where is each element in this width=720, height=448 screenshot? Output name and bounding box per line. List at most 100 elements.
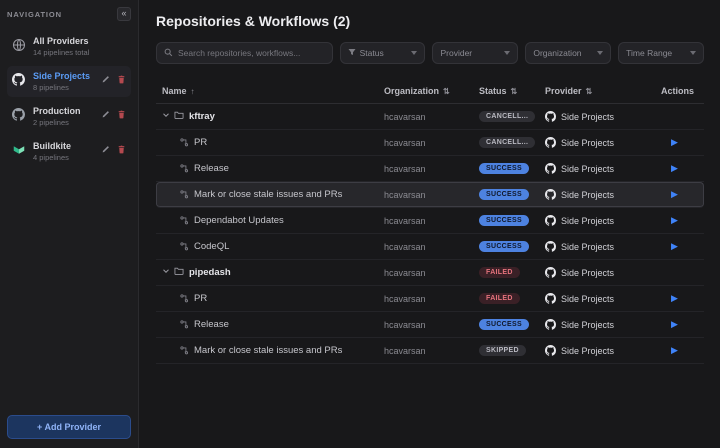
column-header-status[interactable]: Status⇅ bbox=[473, 86, 539, 96]
collapse-sidebar-button[interactable]: « bbox=[117, 7, 131, 21]
all-providers-icon bbox=[11, 37, 26, 52]
table-row[interactable]: Mark or close stale issues and PRs hcava… bbox=[156, 182, 704, 208]
table-row[interactable]: Release hcavarsan SUCCESS Side Projects … bbox=[156, 156, 704, 182]
run-workflow-button[interactable]: ▶ bbox=[661, 189, 678, 200]
row-name-cell: Release bbox=[156, 163, 378, 174]
table-header: Name↑ Organization⇅ Status⇅ Provider⇅ Ac… bbox=[156, 79, 704, 104]
add-provider-button[interactable]: + Add Provider bbox=[7, 415, 131, 439]
app-window: NAVIGATION « All Providers 14 pipelines … bbox=[0, 0, 720, 448]
run-workflow-button[interactable]: ▶ bbox=[661, 163, 678, 174]
provider-label: Side Projects bbox=[33, 71, 93, 81]
workflow-icon bbox=[180, 190, 189, 199]
organization-filter-dropdown[interactable]: Organization bbox=[525, 42, 611, 64]
sidebar-header: NAVIGATION « bbox=[7, 7, 131, 21]
row-name-cell: Mark or close stale issues and PRs bbox=[156, 345, 378, 356]
github-icon bbox=[11, 107, 26, 122]
status-filter-dropdown[interactable]: Status bbox=[340, 42, 426, 64]
row-organization: hcavarsan bbox=[378, 216, 473, 226]
edit-provider-button[interactable] bbox=[100, 144, 111, 155]
column-header-organization[interactable]: Organization⇅ bbox=[378, 86, 473, 96]
row-provider: Side Projects bbox=[539, 215, 655, 226]
column-header-provider[interactable]: Provider⇅ bbox=[539, 86, 655, 96]
table-row[interactable]: PR hcavarsan CANCELL... Side Projects ▶ bbox=[156, 130, 704, 156]
github-icon bbox=[545, 111, 556, 122]
column-header-actions: Actions bbox=[655, 86, 705, 96]
row-name: kftray bbox=[189, 111, 215, 122]
workflow-icon bbox=[180, 242, 189, 251]
row-name: PR bbox=[194, 137, 207, 148]
provider-name: Side Projects bbox=[561, 190, 614, 200]
delete-provider-button[interactable] bbox=[116, 109, 127, 120]
status-badge: SUCCESS bbox=[479, 189, 529, 200]
row-name: Dependabot Updates bbox=[194, 215, 284, 226]
sidebar-item-all-providers[interactable]: All Providers 14 pipelines total bbox=[7, 31, 131, 62]
table-body: kftray hcavarsan CANCELL... Side Project… bbox=[156, 104, 704, 364]
run-workflow-button[interactable]: ▶ bbox=[661, 293, 678, 304]
sort-both-icon: ⇅ bbox=[511, 87, 518, 96]
organization-filter-label: Organization bbox=[533, 48, 581, 58]
row-name-cell: CodeQL bbox=[156, 241, 378, 252]
row-organization: hcavarsan bbox=[378, 268, 473, 278]
sidebar: NAVIGATION « All Providers 14 pipelines … bbox=[0, 0, 139, 448]
delete-provider-button[interactable] bbox=[116, 74, 127, 85]
run-workflow-button[interactable]: ▶ bbox=[661, 345, 678, 356]
provider-name: Side Projects bbox=[561, 138, 614, 148]
delete-provider-button[interactable] bbox=[116, 144, 127, 155]
provider-filter-label: Provider bbox=[440, 48, 472, 58]
table-row[interactable]: pipedash hcavarsan FAILED Side Projects … bbox=[156, 260, 704, 286]
chevron-down-icon[interactable] bbox=[162, 267, 170, 278]
buildkite-icon bbox=[11, 142, 26, 157]
time-range-filter-dropdown[interactable]: Time Range bbox=[618, 42, 704, 64]
row-name-cell: PR bbox=[156, 293, 378, 304]
table-row[interactable]: PR hcavarsan FAILED Side Projects ▶ bbox=[156, 286, 704, 312]
row-organization: hcavarsan bbox=[378, 294, 473, 304]
sidebar-title: NAVIGATION bbox=[7, 10, 62, 19]
provider-label: Buildkite bbox=[33, 141, 93, 151]
run-workflow-button[interactable]: ▶ bbox=[661, 137, 678, 148]
row-name: Release bbox=[194, 319, 229, 330]
chevron-down-icon bbox=[597, 51, 603, 55]
run-workflow-button[interactable]: ▶ bbox=[661, 241, 678, 252]
github-icon bbox=[545, 319, 556, 330]
page-title: Repositories & Workflows (2) bbox=[156, 13, 704, 29]
run-workflow-button[interactable]: ▶ bbox=[661, 319, 678, 330]
edit-provider-button[interactable] bbox=[100, 74, 111, 85]
sidebar-item-side-projects[interactable]: Side Projects 8 pipelines bbox=[7, 66, 131, 97]
chevron-down-icon[interactable] bbox=[162, 111, 170, 122]
table-row[interactable]: Release hcavarsan SUCCESS Side Projects … bbox=[156, 312, 704, 338]
folder-icon bbox=[174, 110, 184, 123]
search-input[interactable] bbox=[178, 48, 325, 58]
row-name-cell: kftray bbox=[156, 110, 378, 123]
row-provider: Side Projects bbox=[539, 241, 655, 252]
sidebar-item-buildkite[interactable]: Buildkite 4 pipelines bbox=[7, 136, 131, 167]
status-badge: FAILED bbox=[479, 267, 520, 278]
search-input-container[interactable] bbox=[156, 42, 333, 64]
row-name-cell: Dependabot Updates bbox=[156, 215, 378, 226]
all-providers-label: All Providers bbox=[33, 36, 127, 46]
github-icon bbox=[545, 163, 556, 174]
provider-name: Side Projects bbox=[561, 242, 614, 252]
table-row[interactable]: kftray hcavarsan CANCELL... Side Project… bbox=[156, 104, 704, 130]
edit-provider-button[interactable] bbox=[100, 109, 111, 120]
row-organization: hcavarsan bbox=[378, 112, 473, 122]
row-provider: Side Projects bbox=[539, 319, 655, 330]
table-row[interactable]: Dependabot Updates hcavarsan SUCCESS Sid… bbox=[156, 208, 704, 234]
status-badge: CANCELL... bbox=[479, 137, 535, 148]
run-workflow-button[interactable]: ▶ bbox=[661, 215, 678, 226]
status-filter-label: Status bbox=[360, 48, 384, 58]
sidebar-item-production[interactable]: Production 2 pipelines bbox=[7, 101, 131, 132]
row-name: PR bbox=[194, 293, 207, 304]
row-provider: Side Projects bbox=[539, 267, 655, 278]
table-row[interactable]: Mark or close stale issues and PRs hcava… bbox=[156, 338, 704, 364]
provider-sublabel: 2 pipelines bbox=[33, 118, 93, 127]
workflow-icon bbox=[180, 216, 189, 225]
provider-name: Side Projects bbox=[561, 164, 614, 174]
provider-filter-dropdown[interactable]: Provider bbox=[432, 42, 518, 64]
row-organization: hcavarsan bbox=[378, 164, 473, 174]
row-name: Release bbox=[194, 163, 229, 174]
row-provider: Side Projects bbox=[539, 345, 655, 356]
github-icon bbox=[545, 345, 556, 356]
workflow-icon bbox=[180, 138, 189, 147]
column-header-name[interactable]: Name↑ bbox=[156, 86, 378, 96]
table-row[interactable]: CodeQL hcavarsan SUCCESS Side Projects ▶ bbox=[156, 234, 704, 260]
